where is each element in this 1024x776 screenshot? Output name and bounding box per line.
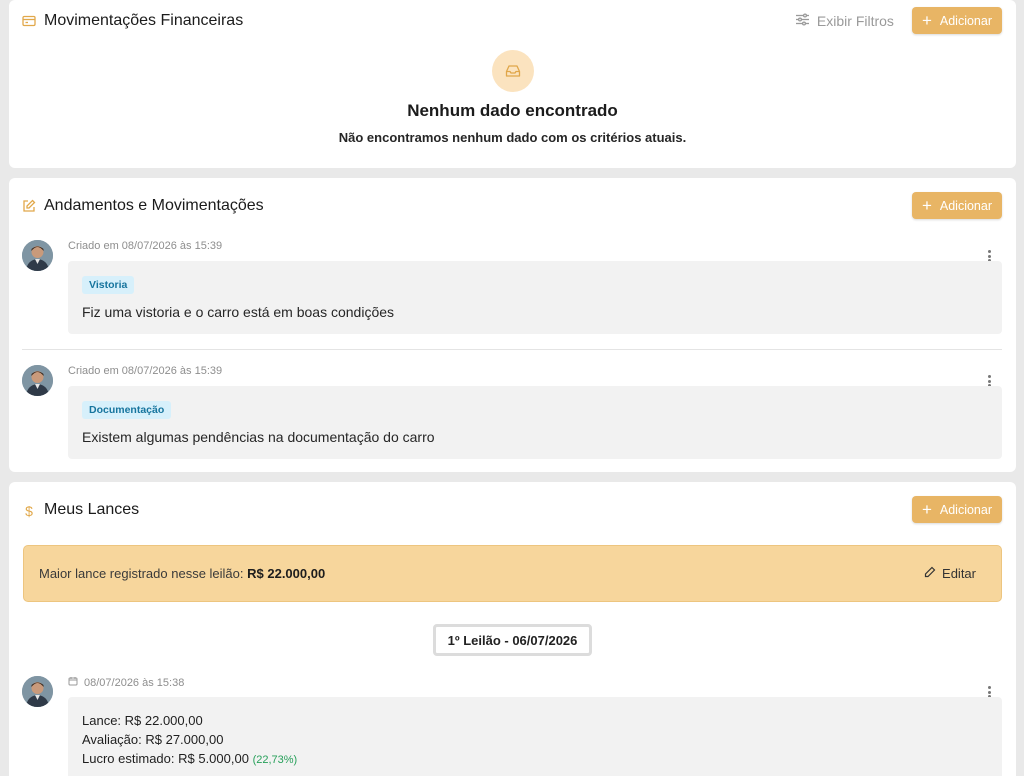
- bid-date: 08/07/2026 às 15:38: [84, 676, 185, 689]
- highest-bid-value: R$ 22.000,00: [247, 566, 326, 581]
- card-title: Movimentações Financeiras: [22, 12, 243, 30]
- progress-entry: Criado em 08/07/2026 às 15:39 Vistoria F…: [22, 240, 1002, 335]
- auction-round-chip: 1º Leilão - 06/07/2026: [432, 624, 593, 656]
- entry-text: Fiz uma vistoria e o carro está em boas …: [82, 304, 395, 320]
- calendar-icon: [68, 676, 78, 689]
- divider: [22, 349, 1002, 350]
- entry-bubble: Vistoria Fiz uma vistoria e o carro está…: [68, 261, 1002, 334]
- entry-meta: Criado em 08/07/2026 às 15:39: [68, 240, 223, 252]
- card-icon: [22, 14, 36, 28]
- bid-meta: 08/07/2026 às 15:38: [68, 676, 184, 689]
- highest-bid-label: Maior lance registrado nesse leilão:: [39, 566, 244, 581]
- entry-tag: Documentação: [82, 401, 172, 419]
- bid-profit-percent: (22,73%): [252, 754, 298, 766]
- show-filters-button[interactable]: Exibir Filtros: [795, 13, 894, 29]
- empty-subtitle: Não encontramos nenhum dado com os crité…: [338, 130, 687, 145]
- avatar: [22, 676, 53, 707]
- inbox-icon: [491, 50, 534, 92]
- card-title: Andamentos e Movimentações: [22, 197, 264, 215]
- plus-icon: +: [921, 499, 932, 519]
- entry-text: Existem algumas pendências na documentaç…: [82, 429, 435, 445]
- add-progress-button[interactable]: + Adicionar: [911, 192, 1002, 219]
- bid-entry: 08/07/2026 às 15:38 Lance: R$ 22.000,00 …: [22, 676, 1002, 776]
- edit-label: Editar: [942, 566, 976, 581]
- add-label: Adicionar: [939, 502, 992, 517]
- progress-card: Andamentos e Movimentações + Adicionar C…: [9, 178, 1016, 472]
- empty-state: Nenhum dado encontrado Não encontramos n…: [9, 50, 1016, 145]
- card-header: $ Meus Lances + Adicionar: [22, 496, 1002, 523]
- plus-icon: +: [921, 195, 932, 215]
- bid-value: Lance: R$ 22.000,00: [82, 713, 203, 728]
- filter-label: Exibir Filtros: [816, 12, 894, 29]
- card-title: $ Meus Lances: [22, 501, 139, 519]
- edit-note-icon: [22, 199, 36, 213]
- bids-card: $ Meus Lances + Adicionar Maior lance re…: [9, 482, 1016, 776]
- pencil-icon: [924, 566, 936, 581]
- bid-bubble: Lance: R$ 22.000,00 Avaliação: R$ 27.000…: [68, 697, 1002, 776]
- highest-bid-banner: Maior lance registrado nesse leilão: R$ …: [23, 545, 1002, 602]
- bid-valuation: Avaliação: R$ 27.000,00: [82, 732, 224, 747]
- plus-icon: +: [921, 10, 932, 30]
- add-label: Adicionar: [939, 198, 992, 213]
- financial-title: Movimentações Financeiras: [44, 11, 244, 29]
- progress-entry: Criado em 08/07/2026 às 15:39 Documentaç…: [22, 365, 1002, 460]
- progress-title: Andamentos e Movimentações: [44, 196, 264, 214]
- avatar: [22, 365, 53, 396]
- empty-title: Nenhum dado encontrado: [407, 101, 618, 120]
- bids-title: Meus Lances: [44, 500, 140, 518]
- add-label: Adicionar: [939, 13, 992, 28]
- dollar-icon: $: [25, 502, 33, 519]
- bid-profit: Lucro estimado: R$ 5.000,00: [82, 751, 249, 766]
- add-financial-button[interactable]: + Adicionar: [911, 7, 1002, 34]
- financial-movements-card: Movimentações Financeiras Exibir Filtros…: [9, 0, 1016, 168]
- entry-bubble: Documentação Existem algumas pendências …: [68, 386, 1002, 459]
- edit-button[interactable]: Editar: [924, 566, 986, 581]
- sliders-icon: [795, 12, 810, 29]
- add-bid-button[interactable]: + Adicionar: [911, 496, 1002, 523]
- card-header: Andamentos e Movimentações + Adicionar: [22, 192, 1002, 219]
- avatar: [22, 240, 53, 271]
- card-header: Movimentações Financeiras Exibir Filtros…: [22, 7, 1002, 34]
- entry-tag: Vistoria: [82, 276, 135, 294]
- entry-meta: Criado em 08/07/2026 às 15:39: [68, 365, 223, 377]
